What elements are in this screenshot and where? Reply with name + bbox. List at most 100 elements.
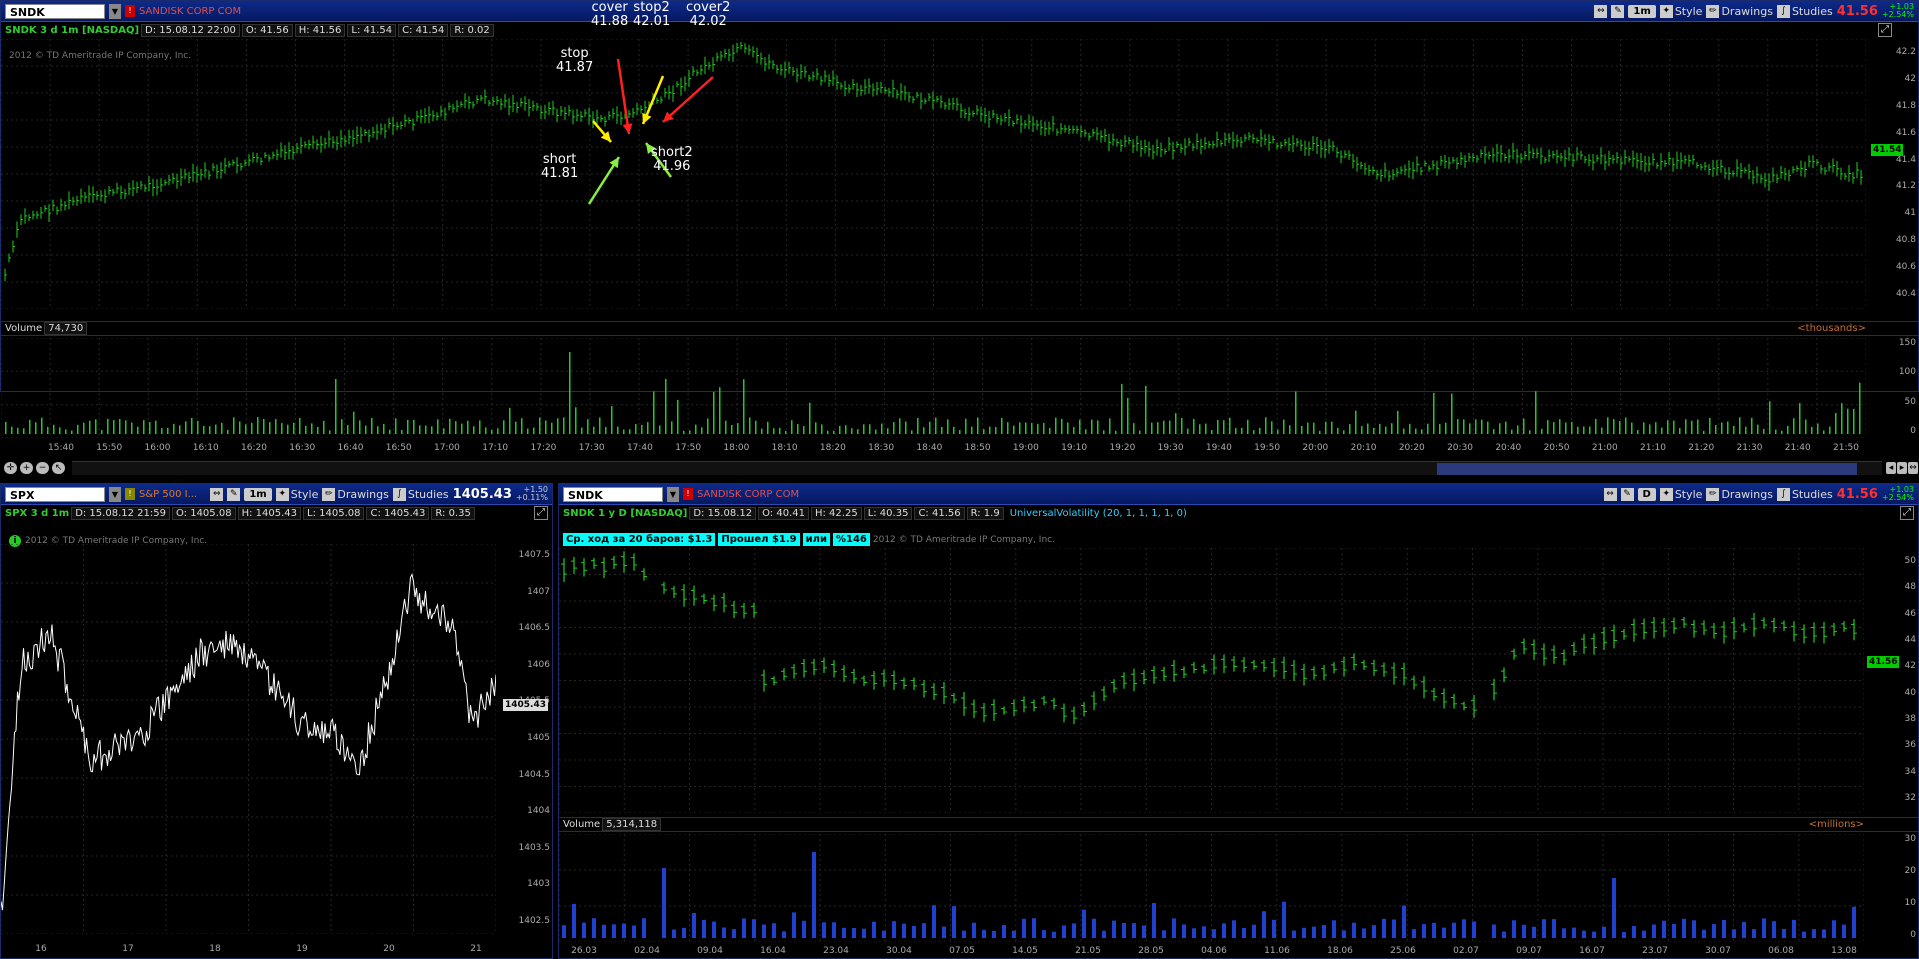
daily-style-button[interactable]: ✦ Style xyxy=(1659,487,1702,501)
volume-bar xyxy=(899,418,901,434)
volume-bar xyxy=(983,429,985,434)
volume-bar xyxy=(1439,423,1441,434)
daily-volume-bar xyxy=(642,918,646,938)
spx-symbol-dropdown-icon[interactable]: ▼ xyxy=(109,486,121,502)
scrollbar-thumb[interactable] xyxy=(1437,463,1857,475)
symbol-dropdown-icon[interactable]: ▼ xyxy=(109,3,121,19)
spx-symbol-input[interactable]: SPX xyxy=(5,486,105,502)
pointer-icon[interactable]: ↖ xyxy=(52,462,65,474)
current-price-label: 41.54 xyxy=(1871,144,1904,156)
axis-tick-label: 1406.5 xyxy=(518,623,551,634)
percent-badge: %146 xyxy=(832,533,870,546)
volume-bar xyxy=(887,428,889,434)
volume-bar xyxy=(191,418,193,434)
volume-bar xyxy=(893,422,895,434)
volume-bar xyxy=(1289,425,1291,434)
axis-tick-label: 44 xyxy=(1904,635,1916,645)
alert-icon[interactable]: ! xyxy=(125,5,135,17)
volume-bar xyxy=(509,407,511,434)
spx-link-icon[interactable]: ⇔ xyxy=(210,487,224,501)
spx-expand-icon[interactable]: ⤢ xyxy=(534,506,548,520)
wrench-icon[interactable]: ✎ xyxy=(1611,4,1625,18)
daily-link-icon[interactable]: ⇔ xyxy=(1603,487,1617,501)
spx-studies-button[interactable]: ∫ Studies xyxy=(392,487,449,501)
axis-tick-label: 42 xyxy=(1904,73,1916,84)
link-icon[interactable]: ⇔ xyxy=(1594,4,1608,18)
volume-bar xyxy=(1829,426,1831,434)
spx-bar-open: O: 1405.08 xyxy=(171,507,236,520)
zoom-out-icon[interactable]: − xyxy=(36,462,49,474)
daily-volume-label: Volume xyxy=(563,819,601,830)
spx-studies-icon: ∫ xyxy=(392,487,406,501)
daily-bar-high: H: 42.25 xyxy=(810,507,862,520)
volume-bar xyxy=(1349,424,1351,434)
volume-bar xyxy=(785,430,787,434)
main-scrollbar[interactable] xyxy=(72,461,1882,475)
daily-alert-icon[interactable]: ! xyxy=(683,488,693,500)
spx-drawings-button[interactable]: ✏ Drawings xyxy=(322,487,389,501)
volume-bar xyxy=(809,402,811,434)
spx-style-button[interactable]: ✦ Style xyxy=(275,487,318,501)
axis-tick-label: 13.08 xyxy=(1831,946,1857,956)
volume-bar xyxy=(731,425,733,434)
volume-bar xyxy=(563,417,565,434)
scroll-left-icon[interactable]: ◂ xyxy=(1886,462,1896,474)
daily-symbol-dropdown-icon[interactable]: ▼ xyxy=(667,486,679,502)
volume-bar xyxy=(173,423,175,434)
axis-tick-label: 1402.5 xyxy=(518,916,551,926)
volume-bar xyxy=(1445,422,1447,434)
daily-volume-bar xyxy=(1612,878,1616,938)
volume-bar xyxy=(1043,423,1045,434)
spx-alert-icon[interactable]: ! xyxy=(125,488,135,500)
trade-annotation: stop2 42.01 xyxy=(633,1,670,29)
volume-bar xyxy=(737,423,739,434)
volume-bar xyxy=(305,425,307,434)
axis-tick-label: 1404 xyxy=(527,806,550,817)
volume-bar xyxy=(317,427,319,434)
volume-bar xyxy=(209,426,211,434)
axis-tick-label: 30 xyxy=(1904,834,1916,844)
daily-drawings-button[interactable]: ✏ Drawings xyxy=(1706,487,1773,501)
daily-volume-bar xyxy=(822,922,826,938)
symbol-input[interactable]: SNDK xyxy=(5,3,105,19)
volume-bar xyxy=(257,417,259,434)
volume-bar xyxy=(1115,430,1117,434)
expand-horizontal-icon[interactable]: ⇔ xyxy=(1908,462,1918,474)
volume-bar xyxy=(215,424,217,434)
scroll-right-icon[interactable]: ▸ xyxy=(1897,462,1907,474)
daily-volume-bar xyxy=(622,923,626,938)
daily-symbol-input[interactable]: SNDK xyxy=(563,486,663,502)
axis-tick-label: 16:00 xyxy=(144,443,171,453)
daily-copyright: 2012 © TD Ameritrade IP Company, Inc. xyxy=(872,534,1055,545)
zoom-reset-icon[interactable]: ✛ xyxy=(4,462,17,474)
volume-bar xyxy=(521,418,523,434)
daily-wrench-icon[interactable]: ✎ xyxy=(1620,487,1634,501)
daily-aggregation-button[interactable]: D xyxy=(1637,487,1656,501)
aggregation-button[interactable]: 1m xyxy=(1628,4,1656,18)
daily-expand-icon[interactable]: ⤢ xyxy=(1900,506,1914,520)
volume-bar xyxy=(443,428,445,434)
volume-bar xyxy=(1733,426,1735,434)
volume-bar xyxy=(1409,423,1411,434)
style-button[interactable]: ✦ Style xyxy=(1659,4,1702,18)
volume-bar xyxy=(479,420,481,434)
annotation-value: 41.96 xyxy=(653,159,691,174)
volume-bar xyxy=(791,420,793,434)
volume-bar xyxy=(449,418,451,434)
expand-icon[interactable]: ⤢ xyxy=(1878,23,1892,37)
volume-bar xyxy=(1475,419,1477,434)
drawings-button[interactable]: ✏ Drawings xyxy=(1706,4,1773,18)
spx-wrench-icon[interactable]: ✎ xyxy=(227,487,241,501)
spx-aggregation-button[interactable]: 1m xyxy=(244,487,272,501)
studies-button[interactable]: ∫ Studies xyxy=(1776,4,1833,18)
volume-bar xyxy=(875,429,877,434)
volume-bar xyxy=(47,426,49,434)
axis-tick-label: 16:20 xyxy=(241,443,267,453)
zoom-in-icon[interactable]: + xyxy=(20,462,33,474)
daily-last-price: 41.56 xyxy=(1836,486,1878,502)
axis-tick-label: 48 xyxy=(1904,582,1916,593)
volume-bar xyxy=(1589,426,1591,434)
axis-tick-label: 20:10 xyxy=(1350,443,1377,453)
daily-studies-button[interactable]: ∫ Studies xyxy=(1776,487,1833,501)
volume-bar xyxy=(695,424,697,434)
